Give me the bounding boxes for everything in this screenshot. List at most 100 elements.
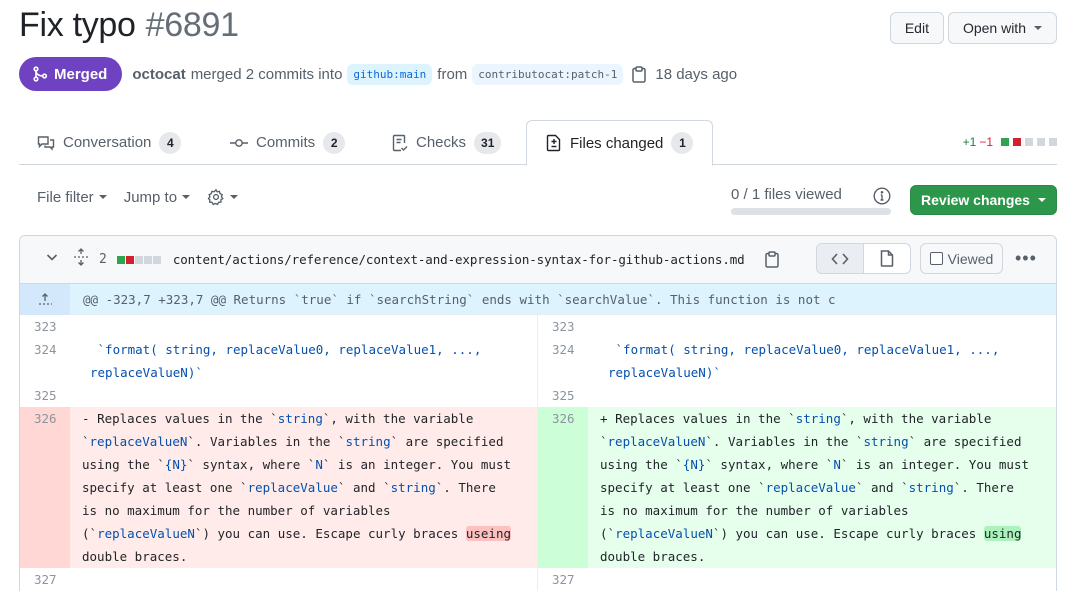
diffstat-block-neutral bbox=[152, 255, 161, 264]
line-content bbox=[588, 568, 1056, 591]
line-number[interactable]: 324 bbox=[20, 338, 70, 384]
expand-all-icon[interactable] bbox=[73, 248, 89, 271]
expand-up-icon[interactable] bbox=[20, 283, 70, 315]
git-merge-icon bbox=[33, 66, 48, 82]
checklist-icon bbox=[392, 134, 408, 151]
state-badge: Merged bbox=[19, 57, 123, 91]
diffstat-block-deleted bbox=[1013, 138, 1021, 146]
diff-line-ctx: 325 bbox=[20, 384, 537, 407]
review-changes-button[interactable]: Review changes bbox=[910, 185, 1057, 215]
tab-count: 2 bbox=[323, 131, 346, 154]
pr-meta: Merged octocat merged 2 commits into git… bbox=[19, 57, 737, 91]
line-number[interactable]: 323 bbox=[20, 315, 70, 338]
diff-line-ctx: 325 bbox=[538, 384, 1056, 407]
code-token: `format( string, replaceValue0, replaceV… bbox=[90, 342, 482, 380]
caret-down-icon bbox=[182, 195, 191, 199]
line-number[interactable]: 323 bbox=[538, 315, 588, 338]
files-viewed-text: 0 / 1 files viewed bbox=[731, 186, 842, 203]
line-content: + Replaces values in the `string`, with … bbox=[588, 407, 1056, 568]
viewed-checkbox-button[interactable]: Viewed bbox=[920, 243, 1003, 274]
line-number[interactable]: 327 bbox=[538, 568, 588, 591]
diff-settings-dropdown[interactable] bbox=[207, 188, 239, 206]
jump-to-dropdown[interactable]: Jump to bbox=[124, 189, 191, 206]
files-viewed-bar bbox=[731, 208, 891, 215]
rich-diff-button[interactable] bbox=[864, 244, 910, 273]
line-content: - Replaces values in the `string`, with … bbox=[70, 407, 537, 568]
from-text: from bbox=[437, 65, 468, 83]
info-icon[interactable] bbox=[873, 187, 891, 210]
diff-right-side: 323 324 `format( string, replaceValue0, r… bbox=[538, 315, 1056, 591]
diff-line-ctx: 323 bbox=[538, 315, 1056, 338]
git-commit-icon bbox=[230, 138, 248, 147]
file-filter-dropdown[interactable]: File filter bbox=[37, 189, 107, 206]
changed-word-highlight: useing bbox=[465, 526, 511, 541]
author-link[interactable]: octocat bbox=[132, 66, 185, 83]
code-token: string bbox=[863, 434, 909, 449]
merge-text: merged 2 commits into bbox=[190, 65, 343, 83]
tab-files-changed[interactable]: Files changed 1 bbox=[526, 120, 714, 166]
hunk-header-text: @@ -323,7 +323,7 @@ Returns `true` if `s… bbox=[83, 291, 836, 307]
edit-button[interactable]: Edit bbox=[889, 12, 944, 44]
tab-count: 1 bbox=[671, 132, 694, 154]
code-token: `format( string, replaceValue0, replaceV… bbox=[608, 342, 1000, 380]
source-diff-button[interactable] bbox=[817, 244, 864, 273]
files-viewed-progress: 0 / 1 files viewed bbox=[731, 186, 893, 215]
code-icon bbox=[831, 252, 849, 265]
line-content bbox=[70, 568, 537, 591]
copy-icon[interactable] bbox=[632, 65, 647, 83]
split-diff: 323 324 `format( string, replaceValue0, r… bbox=[20, 315, 1056, 591]
more-options-icon[interactable]: ••• bbox=[1015, 249, 1037, 267]
line-content bbox=[588, 384, 1056, 407]
tab-label: Conversation bbox=[63, 134, 152, 151]
tab-conversation[interactable]: Conversation 4 bbox=[37, 120, 182, 165]
collapse-chevron-icon[interactable] bbox=[45, 250, 59, 269]
code-token: replaceValue bbox=[765, 480, 856, 495]
pr-number: #6891 bbox=[145, 6, 239, 44]
diffstat: +1 −1 bbox=[963, 135, 1057, 149]
viewed-label: Viewed bbox=[947, 250, 994, 267]
code-token: replaceValueN bbox=[607, 434, 706, 449]
changed-word-highlight: using bbox=[983, 526, 1022, 541]
file-path[interactable]: content/actions/reference/context-and-ex… bbox=[173, 252, 745, 267]
time-ago: 18 days ago bbox=[655, 65, 738, 83]
line-content bbox=[70, 315, 537, 338]
head-branch[interactable]: contributocat:patch-1 bbox=[472, 63, 624, 85]
file-diff-icon bbox=[546, 134, 561, 152]
tab-checks[interactable]: Checks 31 bbox=[392, 120, 502, 165]
file-diffstat bbox=[116, 255, 161, 264]
line-number[interactable]: 327 bbox=[20, 568, 70, 591]
diffstat-block-neutral bbox=[134, 255, 143, 264]
code-token: replaceValueN bbox=[615, 526, 713, 541]
additions-count: +1 bbox=[962, 135, 977, 149]
diffstat-block-deleted bbox=[125, 255, 134, 264]
tab-label: Files changed bbox=[570, 134, 664, 152]
line-number[interactable]: 325 bbox=[538, 384, 588, 407]
header-actions: Edit Open with bbox=[889, 12, 1057, 44]
code-token: string bbox=[277, 411, 323, 426]
file-icon bbox=[880, 250, 894, 267]
diff-line-add: 326 + Replaces values in the `string`, wi… bbox=[538, 407, 1056, 568]
tab-label: Commits bbox=[256, 134, 316, 151]
file-change-count: 2 bbox=[99, 252, 107, 267]
line-number[interactable]: 325 bbox=[20, 384, 70, 407]
files-toolbar: File filter Jump to bbox=[37, 188, 239, 206]
diffstat-block-neutral bbox=[1025, 138, 1033, 146]
file-diff: 2 content/actions/reference/context-and-… bbox=[19, 235, 1057, 591]
diffstat-block-neutral bbox=[1037, 138, 1045, 146]
open-with-button[interactable]: Open with bbox=[947, 12, 1057, 44]
line-number[interactable]: 326 bbox=[20, 407, 70, 568]
code-token: replaceValueN bbox=[97, 526, 195, 541]
line-number[interactable]: 324 bbox=[538, 338, 588, 384]
code-token: string bbox=[390, 480, 436, 495]
caret-down-icon bbox=[1037, 198, 1046, 202]
code-token: string bbox=[908, 480, 954, 495]
base-branch[interactable]: github:main bbox=[347, 63, 433, 85]
tab-commits[interactable]: Commits 2 bbox=[230, 120, 346, 165]
line-number[interactable]: 326 bbox=[538, 407, 588, 568]
diff-line-ctx: 327 bbox=[20, 568, 537, 591]
viewed-checkbox[interactable] bbox=[929, 252, 943, 265]
pr-tabs: Conversation 4 Commits 2 Checks 31 Files… bbox=[19, 120, 1057, 166]
pr-title-row: Fix typo #6891 bbox=[19, 6, 239, 50]
copy-path-icon[interactable] bbox=[764, 251, 779, 268]
diffstat-block-added bbox=[116, 255, 125, 264]
